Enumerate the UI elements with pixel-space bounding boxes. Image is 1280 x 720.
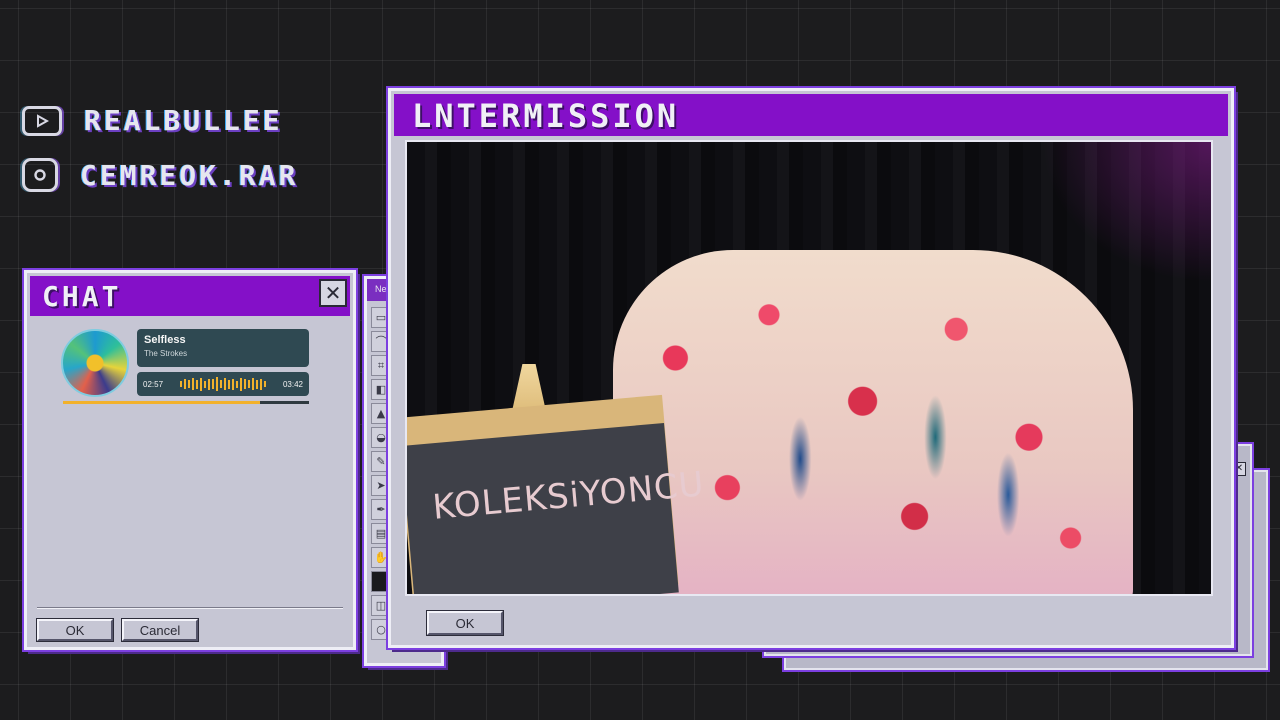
- waveform-bar: [260, 378, 262, 390]
- album-art: [61, 329, 129, 397]
- waveform-bar: [180, 381, 182, 387]
- waveform: [180, 377, 266, 391]
- intermission-window: LNTERMISSION KOLEKSiYONCU OK: [388, 88, 1234, 648]
- ok-button[interactable]: OK: [426, 610, 504, 636]
- divider: [37, 607, 343, 609]
- waveform-bar: [232, 378, 234, 390]
- waveform-bar: [192, 378, 194, 390]
- instagram-handle: CEMREOK.RAR: [80, 158, 299, 192]
- waveform-bar: [256, 379, 258, 389]
- playback-bar: 02:57 03:42: [137, 372, 309, 396]
- youtube-handle: REALBULLEE: [84, 104, 283, 137]
- waveform-bar: [208, 378, 210, 390]
- instagram-handle-row[interactable]: CEMREOK.RAR: [22, 158, 298, 192]
- waveform-bar: [228, 379, 230, 389]
- close-icon: ✕: [324, 281, 342, 305]
- ok-button[interactable]: OK: [36, 618, 114, 642]
- waveform-bar: [200, 377, 202, 391]
- track-artist: The Strokes: [144, 349, 188, 358]
- track-title: Selfless: [144, 334, 186, 346]
- waveform-bar: [188, 380, 190, 388]
- armchair-image: [613, 250, 1133, 594]
- chat-window: CHAT ✕ Selfless The Strokes 02:57 03:42 …: [24, 270, 356, 650]
- close-icon[interactable]: ✕: [1232, 462, 1246, 476]
- waveform-bar: [240, 377, 242, 391]
- elapsed-time: 02:57: [143, 379, 164, 389]
- waveform-bar: [220, 380, 222, 388]
- waveform-bar: [252, 378, 254, 390]
- waveform-bar: [212, 379, 214, 389]
- instagram-icon: [22, 158, 58, 192]
- close-button[interactable]: ✕: [319, 279, 347, 307]
- waveform-bar: [244, 379, 246, 389]
- waveform-bar: [216, 377, 218, 391]
- video-feed: KOLEKSiYONCU: [405, 140, 1213, 596]
- chat-title-bar: CHAT: [30, 276, 350, 316]
- chat-title: CHAT: [42, 280, 122, 313]
- youtube-icon: [22, 105, 62, 136]
- waveform-bar: [224, 378, 226, 390]
- waveform-bar: [184, 379, 186, 389]
- intermission-title-bar: LNTERMISSION: [394, 94, 1228, 136]
- waveform-bar: [204, 380, 206, 388]
- track-info: Selfless The Strokes: [137, 329, 309, 367]
- cancel-button[interactable]: Cancel: [121, 618, 199, 642]
- progress-fill: [63, 401, 260, 404]
- intermission-title: LNTERMISSION: [412, 97, 680, 135]
- music-player: Selfless The Strokes 02:57 03:42: [61, 329, 311, 409]
- progress-track[interactable]: [63, 401, 309, 404]
- waveform-bar: [264, 381, 266, 387]
- waveform-bar: [236, 380, 238, 388]
- waveform-bar: [248, 380, 250, 388]
- total-time: 03:42: [282, 379, 303, 389]
- waveform-bar: [196, 379, 198, 389]
- youtube-handle-row[interactable]: REALBULLEE: [22, 104, 283, 137]
